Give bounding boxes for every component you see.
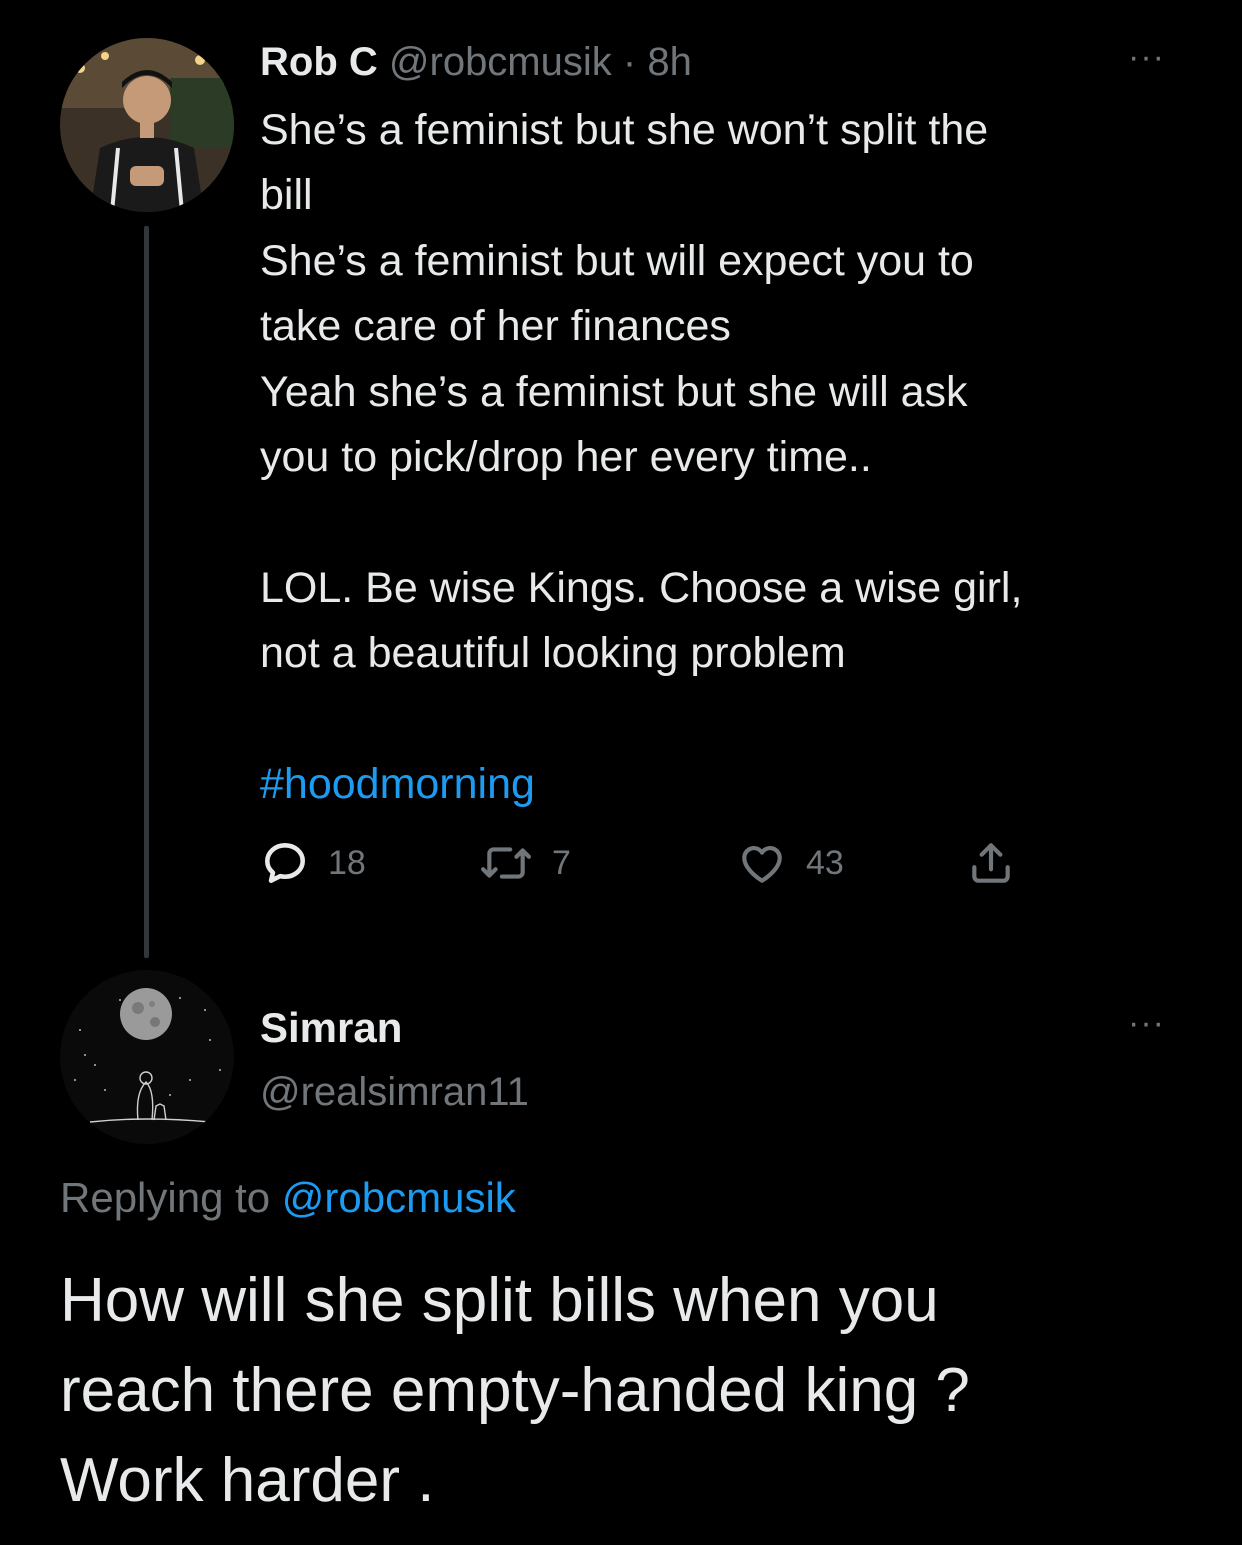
tweet-text-line: She’s a feminist but will expect you to (260, 236, 974, 285)
tweet-header: Rob C @robcmusik · 8h (260, 36, 692, 88)
replying-to-mention[interactable]: @robcmusik (282, 1174, 516, 1221)
tweet-text-line: bill (260, 171, 313, 220)
retweet-button[interactable]: 7 (478, 838, 571, 888)
replying-to-label: Replying to (60, 1174, 271, 1221)
reply-text: How will she split bills when you reach … (60, 1256, 1200, 1526)
avatar-photo (60, 38, 234, 212)
tweet-text-line: you to pick/drop her every time.. (260, 432, 872, 481)
header-separator: · (622, 40, 637, 84)
retweet-icon (481, 847, 532, 879)
thread-connector-line (144, 226, 149, 958)
reply-author-avatar[interactable] (60, 970, 234, 1144)
author-name[interactable]: Rob C (260, 40, 378, 84)
tweet-text-line: She’s a feminist but she won’t split the (260, 106, 989, 154)
avatar-moon-illustration (60, 970, 234, 1144)
tweet-action-bar: 18 7 43 (260, 838, 1060, 898)
reply-icon (265, 843, 305, 883)
author-avatar[interactable] (60, 38, 234, 212)
tweet-text-line: LOL. Be wise Kings. Choose a wise girl, (260, 563, 1023, 612)
tweet-timestamp[interactable]: 8h (647, 40, 692, 84)
more-options-icon[interactable]: ··· (1128, 38, 1165, 77)
tweet-text-line: take care of her finances (260, 302, 731, 351)
hashtag-link[interactable]: #hoodmorning (260, 752, 1190, 817)
author-handle[interactable]: @robcmusik (389, 40, 612, 84)
tweet-text-line (260, 687, 1190, 752)
reply-text-line: reach there empty-handed king ? (60, 1356, 970, 1425)
like-count: 43 (806, 843, 844, 882)
share-button[interactable] (966, 838, 1016, 888)
tweet-text-line: not a beautiful looking problem (260, 629, 846, 678)
reply-text-line: Work harder . (60, 1446, 435, 1515)
reply-count: 18 (328, 843, 366, 882)
reply-text-line: How will she split bills when you (60, 1266, 939, 1335)
tweet-text: She’s a feminist but she won’t split the… (260, 98, 1190, 817)
retweet-count: 7 (552, 843, 571, 882)
reply-more-options-icon[interactable]: ··· (1128, 1004, 1165, 1043)
reply-author-handle[interactable]: @realsimran11 (260, 1066, 529, 1118)
like-button[interactable]: 43 (736, 838, 844, 888)
replying-to: Replying to @robcmusik (60, 1170, 516, 1226)
tweet-text-line (260, 490, 1190, 555)
reply-button[interactable]: 18 (260, 838, 366, 888)
reply-author-name[interactable]: Simran (260, 1002, 402, 1054)
tweet-text-line: Yeah she’s a feminist but she will ask (260, 367, 968, 416)
share-icon (972, 843, 1010, 883)
like-icon (742, 846, 782, 883)
